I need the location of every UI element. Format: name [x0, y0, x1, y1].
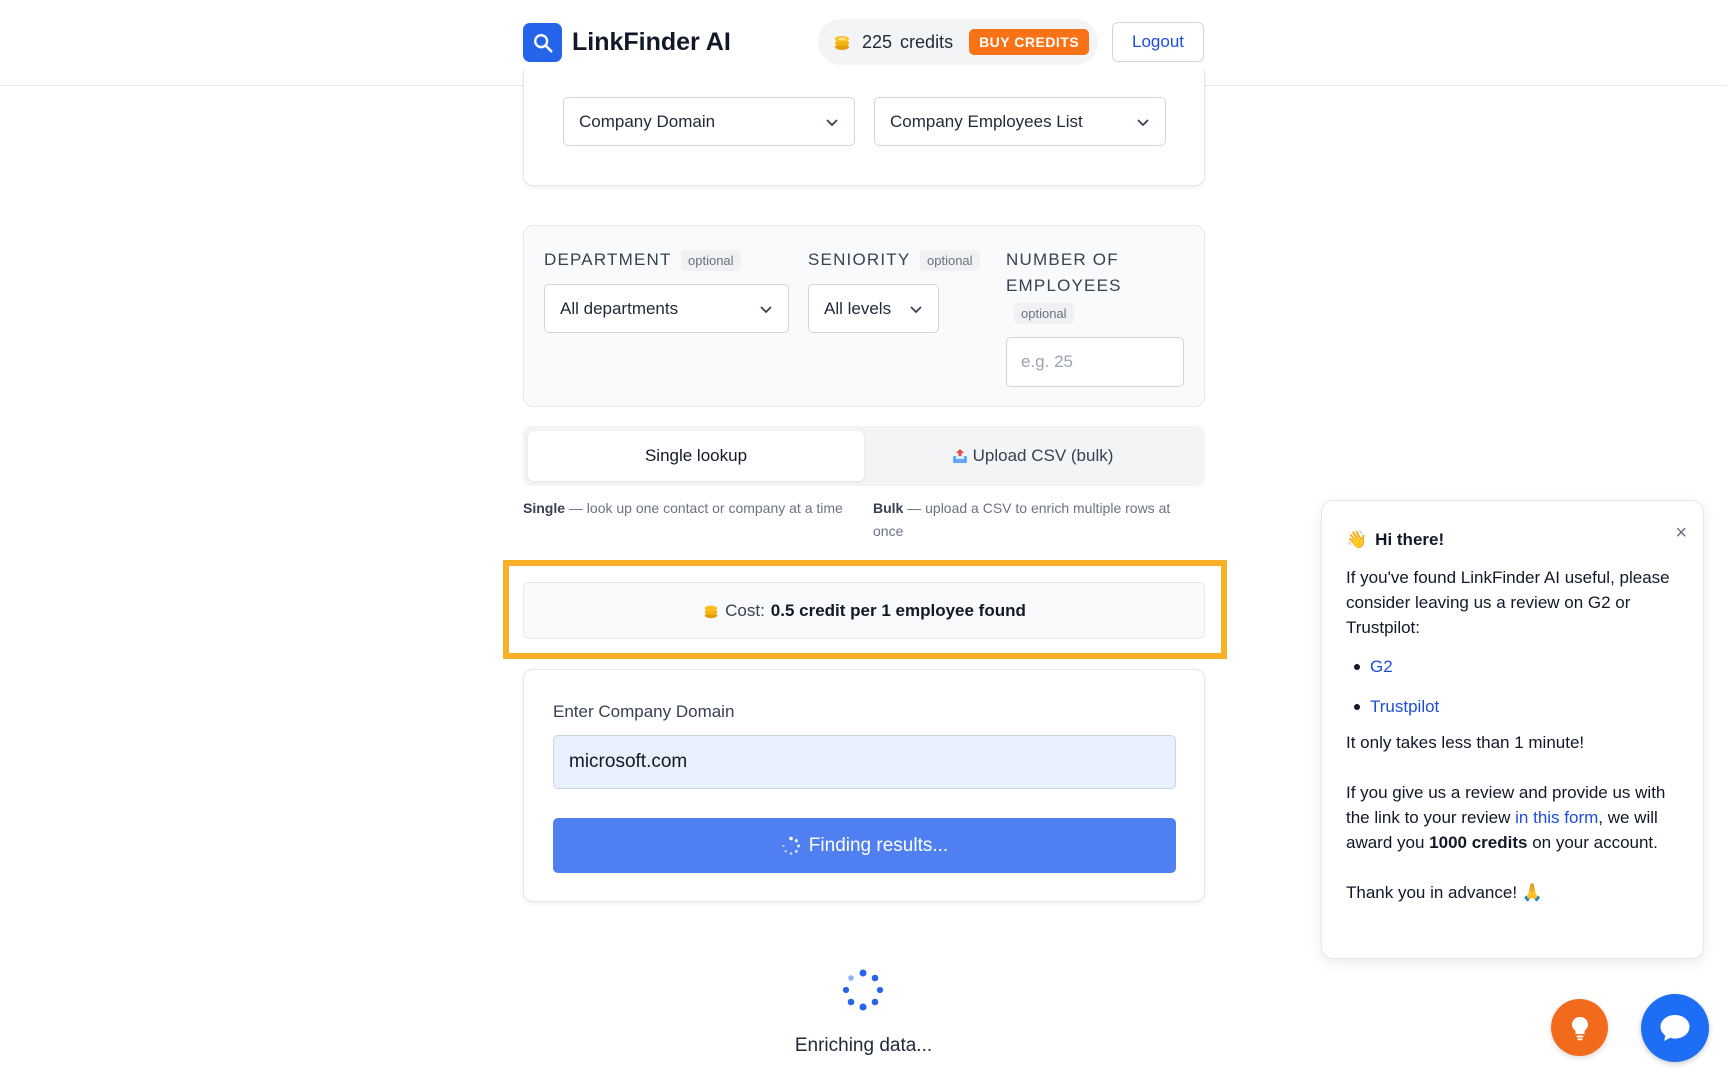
employees-count-input[interactable]: e.g. 25 — [1006, 337, 1184, 387]
company-domain-input[interactable]: microsoft.com — [553, 735, 1176, 789]
department-label: DEPARTMENT — [544, 250, 672, 269]
bulk-hint-text: — upload a CSV to enrich multiple rows a… — [873, 500, 1171, 539]
bullet — [1354, 703, 1360, 710]
credits-count: 225 — [862, 31, 893, 52]
employees-label-line1: NUMBER OF — [1006, 250, 1119, 269]
find-results-button[interactable]: Finding results... — [553, 818, 1176, 873]
spinner-icon — [782, 836, 800, 855]
loading-spinner-icon — [842, 969, 884, 1011]
domain-input-label: Enter Company Domain — [553, 702, 735, 721]
department-select[interactable]: All departments — [544, 284, 789, 333]
bulk-hint: Bulk — upload a CSV to enrich multiple r… — [873, 497, 1203, 543]
employees-optional-badge: optional — [1014, 303, 1074, 324]
employees-placeholder: e.g. 25 — [1021, 352, 1073, 371]
cost-notice: Cost: 0.5 credit per 1 employee found — [523, 582, 1205, 639]
filters-card: DEPARTMENT optional All departments SENI… — [523, 225, 1205, 407]
popup-title-text: Hi there! — [1375, 529, 1445, 549]
tips-button[interactable] — [1551, 999, 1608, 1056]
award-text-3: on your account. — [1527, 833, 1658, 852]
review-form-link[interactable]: in this form — [1515, 808, 1598, 827]
close-icon[interactable]: × — [1675, 521, 1687, 546]
inbox-tray-icon — [952, 449, 967, 463]
single-hint-bold: Single — [523, 500, 566, 516]
coins-icon — [704, 605, 718, 618]
g2-link[interactable]: G2 — [1370, 654, 1393, 679]
department-value: All departments — [560, 298, 679, 318]
lookup-type-card: Company Domain Company Employees List — [523, 70, 1205, 186]
review-links: G2 Trustpilot — [1346, 654, 1679, 719]
find-results-label: Finding results... — [808, 834, 949, 856]
popup-intro: If you've found LinkFinder AI useful, pl… — [1346, 568, 1670, 637]
chevron-down-icon — [910, 306, 922, 314]
popup-award: If you give us a review and provide us w… — [1346, 780, 1679, 855]
tab-single-label: Single lookup — [644, 446, 748, 465]
credits-pill: 225 credits BUY CREDITS — [818, 19, 1098, 65]
chat-bubble-icon — [1660, 1015, 1690, 1041]
source-type-select[interactable]: Company Domain — [563, 97, 855, 146]
coins-icon — [835, 36, 849, 50]
list-item: G2 — [1346, 654, 1679, 679]
domain-input-card: Enter Company Domain microsoft.com Findi… — [523, 669, 1205, 902]
chevron-down-icon — [760, 306, 772, 314]
department-optional-badge: optional — [681, 250, 741, 271]
chevron-down-icon — [1137, 119, 1149, 127]
buy-credits-button[interactable]: BUY CREDITS — [969, 29, 1090, 55]
popup-thanks: Thank you in advance! 🙏 — [1346, 883, 1543, 902]
popup-title: 👋 Hi there! — [1346, 525, 1679, 553]
waving-hand-icon: 👋 — [1346, 529, 1368, 549]
seniority-value: All levels — [824, 298, 892, 318]
employees-label-line2: EMPLOYEES — [1006, 276, 1122, 295]
target-type-select[interactable]: Company Employees List — [874, 97, 1166, 146]
chevron-down-icon — [826, 119, 838, 127]
company-domain-value: microsoft.com — [569, 751, 688, 772]
chat-button[interactable] — [1641, 994, 1709, 1062]
seniority-select[interactable]: All levels — [808, 284, 939, 333]
popup-time-note: It only takes less than 1 minute! — [1346, 733, 1585, 752]
source-type-value: Company Domain — [579, 111, 716, 131]
search-icon — [523, 23, 562, 62]
credits-label: credits — [900, 31, 954, 52]
seniority-label: SENIORITY — [808, 250, 911, 269]
single-hint: Single — look up one contact or company … — [523, 497, 853, 520]
single-hint-text: — look up one contact or company at a ti… — [565, 500, 843, 516]
tab-upload-label: Upload CSV (bulk) — [972, 446, 1114, 465]
mode-tabs: Single lookup Upload CSV (bulk) — [523, 426, 1205, 486]
app-logo[interactable]: LinkFinder AI — [523, 23, 731, 62]
app-name: LinkFinder AI — [572, 28, 731, 56]
list-item: Trustpilot — [1346, 694, 1679, 719]
award-credits: 1000 credits — [1429, 833, 1528, 852]
bullet — [1354, 663, 1360, 670]
trustpilot-link[interactable]: Trustpilot — [1370, 694, 1439, 719]
seniority-optional-badge: optional — [920, 250, 980, 271]
lightbulb-icon — [1571, 1016, 1588, 1040]
bulk-hint-bold: Bulk — [873, 500, 904, 516]
tab-upload-csv[interactable]: Upload CSV (bulk) — [864, 431, 1200, 481]
enriching-status: Enriching data... — [794, 1035, 933, 1056]
cost-value: 0.5 credit per 1 employee found — [770, 600, 1026, 620]
target-type-value: Company Employees List — [890, 111, 1083, 131]
cost-prefix: Cost: — [725, 600, 765, 620]
tab-single-lookup[interactable]: Single lookup — [528, 431, 864, 481]
logout-button[interactable]: Logout — [1112, 22, 1204, 62]
review-popup: 👋 Hi there! × If you've found LinkFinder… — [1321, 500, 1704, 959]
